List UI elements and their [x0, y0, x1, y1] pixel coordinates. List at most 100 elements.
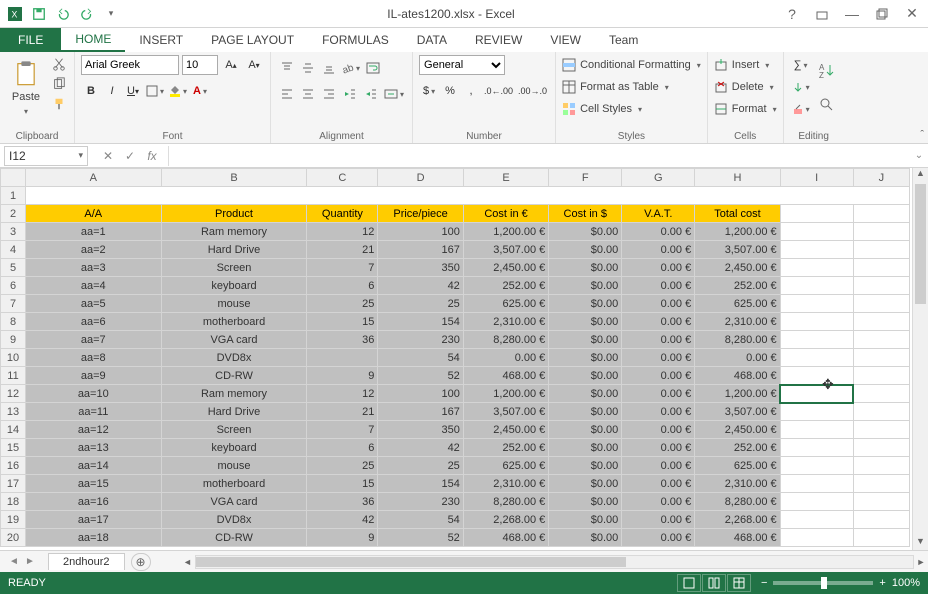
cell[interactable]: 21 — [307, 241, 378, 259]
cell[interactable]: 625.00 € — [695, 295, 780, 313]
increase-indent-icon[interactable] — [361, 84, 381, 104]
cell[interactable] — [307, 349, 378, 367]
row-header[interactable]: 16 — [1, 457, 26, 475]
restore-icon[interactable] — [870, 4, 894, 24]
vertical-scrollbar[interactable]: ▲ ▼ — [912, 168, 928, 550]
cell[interactable]: 21 — [307, 403, 378, 421]
cell[interactable]: keyboard — [161, 277, 307, 295]
cell[interactable]: 7 — [307, 421, 378, 439]
cell[interactable]: A/A — [26, 205, 162, 223]
row-header[interactable]: 2 — [1, 205, 26, 223]
row-header[interactable]: 4 — [1, 241, 26, 259]
scroll-right-icon[interactable]: ► — [914, 557, 928, 567]
cell[interactable]: $0.00 — [549, 223, 622, 241]
comma-format-icon[interactable]: , — [461, 81, 481, 101]
cell[interactable]: 167 — [378, 241, 463, 259]
cell[interactable]: V.A.T. — [622, 205, 695, 223]
tab-file[interactable]: FILE — [0, 28, 61, 52]
cell[interactable] — [853, 385, 909, 403]
cell[interactable]: 1,200.00 € — [463, 223, 548, 241]
cell[interactable]: 0.00 € — [622, 511, 695, 529]
cell[interactable]: VGA card — [161, 493, 307, 511]
select-all-corner[interactable] — [1, 169, 26, 187]
cell[interactable]: 0.00 € — [622, 331, 695, 349]
cell[interactable]: aa=13 — [26, 439, 162, 457]
conditional-formatting-button[interactable]: Conditional Formatting — [562, 55, 701, 75]
cell[interactable]: 25 — [307, 295, 378, 313]
cell[interactable] — [853, 493, 909, 511]
cell[interactable]: 625.00 € — [463, 457, 548, 475]
copy-icon[interactable] — [50, 75, 68, 93]
cell[interactable]: $0.00 — [549, 421, 622, 439]
cell[interactable] — [780, 421, 853, 439]
cell[interactable]: Screen — [161, 421, 307, 439]
cell[interactable]: 468.00 € — [463, 367, 548, 385]
cell[interactable] — [780, 349, 853, 367]
row-header[interactable]: 14 — [1, 421, 26, 439]
cell[interactable]: 0.00 € — [622, 439, 695, 457]
col-header[interactable]: B — [161, 169, 307, 187]
cell[interactable]: aa=2 — [26, 241, 162, 259]
cell[interactable]: 42 — [378, 439, 463, 457]
row-header[interactable]: 13 — [1, 403, 26, 421]
zoom-slider[interactable] — [773, 581, 873, 585]
cell[interactable]: 54 — [378, 511, 463, 529]
cell[interactable]: Hard Drive — [161, 241, 307, 259]
cell[interactable]: 8,280.00 € — [695, 493, 780, 511]
cell[interactable]: $0.00 — [549, 259, 622, 277]
cell[interactable]: 0.00 € — [622, 385, 695, 403]
cell[interactable]: 252.00 € — [695, 277, 780, 295]
align-center-icon[interactable] — [298, 84, 318, 104]
cell[interactable] — [780, 259, 853, 277]
cell[interactable]: 3,507.00 € — [463, 241, 548, 259]
borders-button[interactable] — [144, 81, 166, 101]
collapse-ribbon-icon[interactable]: ˆ — [920, 129, 924, 141]
cell[interactable]: 1,200.00 € — [463, 385, 548, 403]
cell[interactable]: 252.00 € — [695, 439, 780, 457]
row-header[interactable]: 17 — [1, 475, 26, 493]
cell[interactable]: keyboard — [161, 439, 307, 457]
formula-input[interactable] — [168, 146, 910, 166]
decrease-decimal-icon[interactable]: .00→.0 — [516, 81, 549, 101]
cell[interactable] — [780, 457, 853, 475]
merge-center-icon[interactable] — [382, 84, 406, 104]
col-header[interactable]: J — [853, 169, 909, 187]
cell[interactable]: Product — [161, 205, 307, 223]
cell[interactable]: 0.00 € — [622, 529, 695, 547]
cell[interactable] — [853, 529, 909, 547]
save-icon[interactable] — [28, 3, 50, 25]
cell[interactable]: 625.00 € — [695, 457, 780, 475]
page-layout-view-icon[interactable] — [702, 574, 726, 592]
cell[interactable]: $0.00 — [549, 277, 622, 295]
cell[interactable]: 468.00 € — [695, 367, 780, 385]
cell[interactable]: aa=1 — [26, 223, 162, 241]
cell[interactable]: 2,450.00 € — [463, 259, 548, 277]
cell[interactable] — [853, 259, 909, 277]
cell[interactable] — [780, 475, 853, 493]
col-header[interactable]: D — [378, 169, 463, 187]
cell[interactable]: aa=16 — [26, 493, 162, 511]
cell[interactable]: 0.00 € — [622, 493, 695, 511]
cell[interactable] — [780, 511, 853, 529]
orientation-icon[interactable]: ab — [340, 58, 362, 78]
font-name-select[interactable] — [81, 55, 179, 75]
increase-decimal-icon[interactable]: .0←.00 — [482, 81, 515, 101]
cell[interactable]: 350 — [378, 421, 463, 439]
cell[interactable] — [853, 349, 909, 367]
undo-icon[interactable] — [52, 3, 74, 25]
cell[interactable] — [853, 457, 909, 475]
cell[interactable] — [26, 187, 910, 205]
row-header[interactable]: 5 — [1, 259, 26, 277]
cell[interactable] — [780, 223, 853, 241]
cell[interactable]: DVD8x — [161, 349, 307, 367]
cell[interactable]: 1,200.00 € — [695, 223, 780, 241]
cell[interactable]: Total cost — [695, 205, 780, 223]
cell[interactable] — [853, 277, 909, 295]
cell[interactable]: 25 — [378, 295, 463, 313]
cell[interactable] — [853, 475, 909, 493]
cell[interactable]: 9 — [307, 529, 378, 547]
cell[interactable]: Price/piece — [378, 205, 463, 223]
cell[interactable]: Screen — [161, 259, 307, 277]
autosum-button[interactable]: ∑ — [790, 55, 812, 75]
font-color-button[interactable]: A — [190, 81, 210, 101]
